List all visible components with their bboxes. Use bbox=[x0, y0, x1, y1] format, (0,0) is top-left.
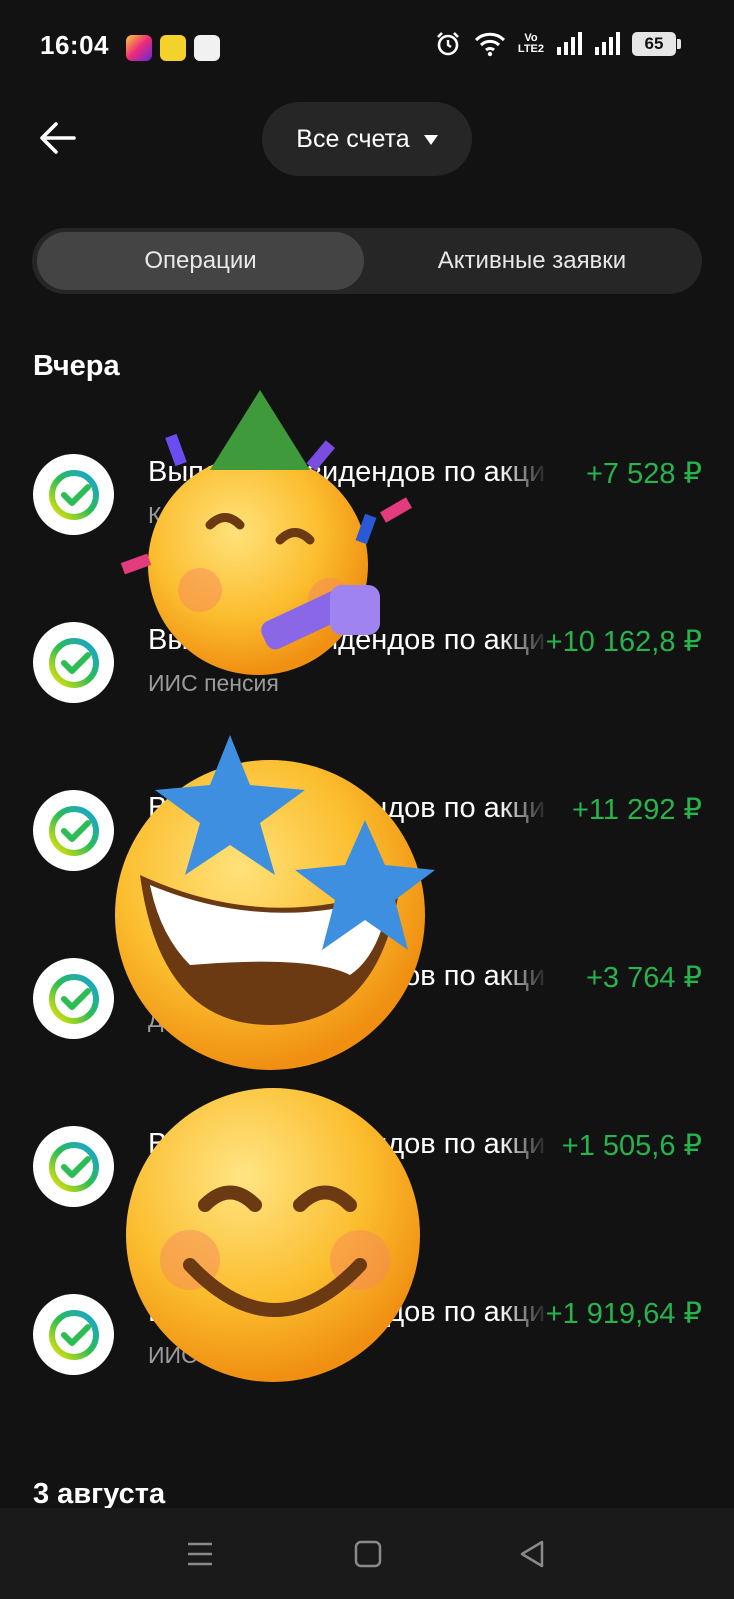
party-face-sticker bbox=[120, 390, 412, 675]
notification-icons bbox=[126, 35, 220, 61]
transaction-amount: +11 292 ₽ bbox=[572, 794, 702, 826]
app-icon bbox=[160, 35, 186, 61]
transaction-amount: +1 505,6 ₽ bbox=[561, 1130, 702, 1162]
app-icon bbox=[194, 35, 220, 61]
system-icons: Vo LTE2 65 bbox=[434, 30, 681, 58]
account-selector[interactable]: Все счета bbox=[262, 102, 472, 176]
signal-icon bbox=[556, 30, 582, 58]
system-back-button[interactable] bbox=[512, 1534, 552, 1574]
tab-active-requests[interactable]: Активные заявки bbox=[368, 232, 696, 290]
signal-icon bbox=[594, 30, 620, 58]
instagram-icon bbox=[126, 35, 152, 61]
star-struck-sticker bbox=[115, 735, 435, 1070]
section-title: Вчера bbox=[33, 350, 120, 382]
alarm-icon bbox=[434, 30, 462, 58]
section-title: 3 августа bbox=[33, 1478, 166, 1510]
back-button[interactable] bbox=[36, 116, 80, 160]
bank-logo-icon bbox=[33, 1126, 114, 1207]
transaction-amount: +10 162,8 ₽ bbox=[545, 626, 702, 658]
wifi-icon bbox=[474, 30, 506, 58]
back-triangle-icon bbox=[520, 1540, 544, 1568]
bank-logo-icon bbox=[33, 1294, 114, 1375]
bank-logo-icon bbox=[33, 454, 114, 535]
battery-icon: 65 bbox=[632, 32, 681, 56]
smiling-face-sticker bbox=[126, 1088, 420, 1382]
volte-icon: Vo LTE2 bbox=[517, 32, 544, 55]
status-time: 16:04 bbox=[40, 30, 109, 60]
transaction-amount: +7 528 ₽ bbox=[585, 458, 702, 490]
menu-button[interactable] bbox=[180, 1534, 220, 1574]
tab-operations[interactable]: Операции bbox=[37, 232, 364, 290]
bank-logo-icon bbox=[33, 790, 114, 871]
account-selector-label: Все счета bbox=[296, 124, 410, 153]
navigation-bar bbox=[0, 1508, 734, 1599]
home-square-icon bbox=[354, 1540, 382, 1568]
status-bar: 16:04 Vo LTE2 65 bbox=[0, 0, 734, 96]
tabs: Операции Активные заявки bbox=[32, 228, 702, 294]
bank-logo-icon bbox=[33, 958, 114, 1039]
arrow-left-icon bbox=[40, 122, 76, 154]
home-button[interactable] bbox=[348, 1534, 388, 1574]
bank-logo-icon bbox=[33, 622, 114, 703]
transaction-amount: +1 919,64 ₽ bbox=[545, 1298, 702, 1330]
transaction-amount: +3 764 ₽ bbox=[585, 962, 702, 994]
menu-icon bbox=[188, 1542, 212, 1566]
caret-down-icon bbox=[423, 135, 438, 145]
